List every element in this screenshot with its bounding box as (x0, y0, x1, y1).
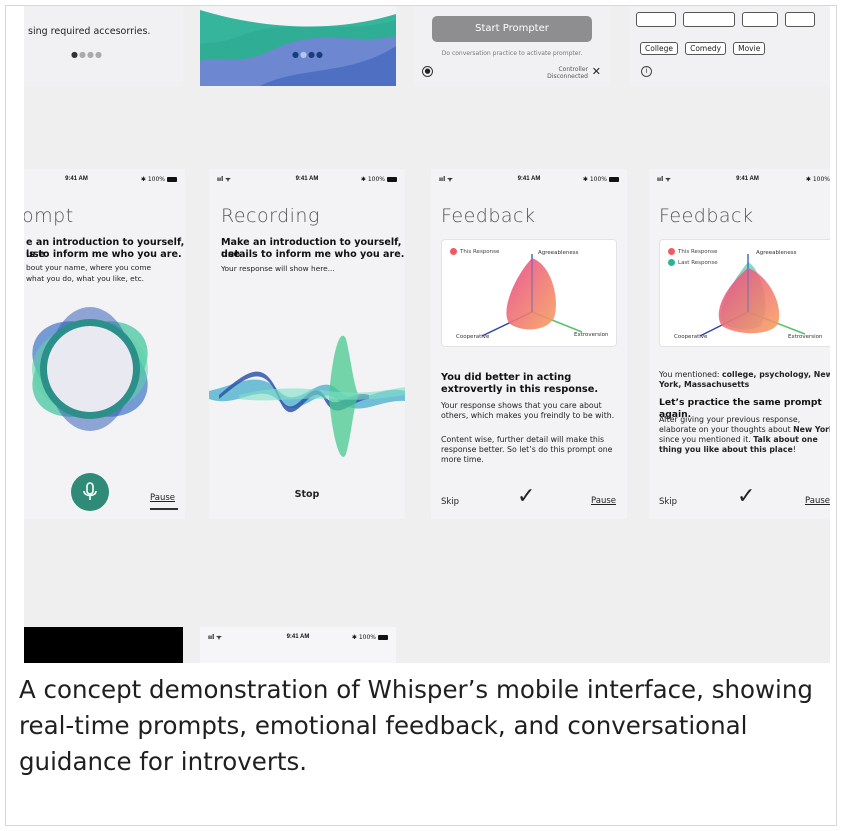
tag-cropped[interactable] (636, 12, 676, 27)
voice-waveform (209, 335, 405, 457)
prompter-hint: Do conversation practice to activate pro… (441, 50, 583, 57)
tag-movie[interactable]: Movie (733, 42, 766, 55)
listening-orb (32, 307, 148, 431)
check-icon[interactable]: ✓ (737, 484, 755, 509)
cropped-screen-light: ııl ᯤ 9:41 AM ✱ 100% (200, 627, 396, 663)
stop-button[interactable]: Stop (209, 489, 405, 500)
status-bar: ııl ᯤ 9:41 AM ✱ 100% (657, 176, 830, 183)
radar-plot (481, 254, 583, 337)
recording-screen: ııl ᯤ 9:41 AM ✱ 100% Recording Make an i… (209, 169, 405, 519)
prompt-detail-line: bout your name, where you come (26, 263, 152, 272)
wave-illustration (200, 6, 396, 86)
feedback-headline: You did better in acting extrovertly in … (441, 372, 599, 395)
tag-comedy[interactable]: Comedy (685, 42, 727, 55)
personality-radar-card: This Response Agreeableness Cooperative … (441, 239, 617, 347)
page-indicator: ●●●● (71, 50, 103, 59)
prompt-bold-line: ls to inform me who you are. (26, 249, 182, 260)
cropped-screen-black (24, 627, 183, 663)
controller-status: Controller Disconnected (547, 66, 588, 80)
page-indicator: ●●●● (292, 50, 324, 59)
page-title: Feedback (659, 205, 754, 227)
response-placeholder: Your response will show here... (221, 264, 335, 273)
radar-plot (699, 254, 806, 337)
mentioned-topics: You mentioned: college, psychology, New … (659, 370, 830, 389)
feedback-screen-2: ııl ᯤ 9:41 AM ✱ 100% Feedback This Respo… (649, 169, 830, 519)
tag-college[interactable]: College (640, 42, 678, 55)
page-title: Feedback (441, 205, 536, 227)
bluetooth-disabled-icon: ✕ (591, 65, 601, 78)
pause-underline-bar (150, 508, 178, 510)
skip-button[interactable]: Skip (659, 497, 677, 507)
pause-button[interactable]: Pause (805, 496, 830, 506)
tag-row: College Comedy Movie (640, 36, 767, 55)
pause-button[interactable]: Pause (591, 496, 616, 506)
skip-button[interactable]: Skip (441, 497, 459, 507)
onboarding-screen-2: ●●●● (200, 6, 396, 86)
pause-button[interactable]: Pause (150, 493, 175, 503)
check-icon[interactable]: ✓ (517, 484, 535, 509)
start-prompter-button[interactable]: Start Prompter (432, 16, 592, 42)
topics-screen: College Comedy Movie i (630, 6, 830, 86)
figure-caption: A concept demonstration of Whisper’s mob… (19, 675, 813, 776)
person-icon[interactable]: ● (422, 66, 433, 77)
feedback-paragraph: After giving your previous response, ela… (659, 415, 830, 454)
onboarding-text: sing required accesorries. (28, 26, 151, 37)
prompt-bold-line: details to inform me who you are. (221, 249, 405, 260)
personality-radar-card: This Response Last Response Agreeablenes… (659, 239, 830, 347)
concept-canvas: sing required accesorries. ●●●● ●●●● Sta… (24, 6, 830, 663)
tag-cropped[interactable] (683, 12, 736, 27)
info-icon[interactable]: i (641, 66, 652, 77)
tag-row-cropped (636, 12, 817, 31)
start-prompter-label: Start Prompter (475, 23, 549, 34)
microphone-icon (83, 482, 97, 500)
status-bar: 9:41 AM ✱ 100% (24, 169, 185, 187)
onboarding-screen-1: sing required accesorries. ●●●● (24, 6, 183, 86)
tag-cropped[interactable] (742, 12, 779, 27)
status-bar: ııl ᯤ 9:41 AM ✱ 100% (209, 169, 405, 187)
page-title: Recording (221, 205, 320, 227)
tag-cropped[interactable] (785, 12, 816, 27)
prompter-setup-screen: Start Prompter Do conversation practice … (414, 6, 610, 86)
page-title: ompt (24, 205, 74, 227)
feedback-paragraph: Your response shows that you care about … (441, 401, 615, 420)
prompt-screen: 9:41 AM ✱ 100% ompt e an introduction to… (24, 169, 185, 519)
microphone-button[interactable] (71, 473, 109, 511)
status-bar: ııl ᯤ 9:41 AM ✱ 100% (200, 627, 396, 645)
feedback-paragraph: Content wise, further detail will make t… (441, 435, 613, 464)
figure-frame: sing required accesorries. ●●●● ●●●● Sta… (5, 5, 837, 826)
prompt-detail-line: what you do, what you like, etc. (26, 274, 145, 283)
feedback-screen-1: ııl ᯤ 9:41 AM ✱ 100% Feedback This Respo… (431, 169, 627, 519)
status-bar: ııl ᯤ 9:41 AM ✱ 100% (431, 169, 627, 187)
